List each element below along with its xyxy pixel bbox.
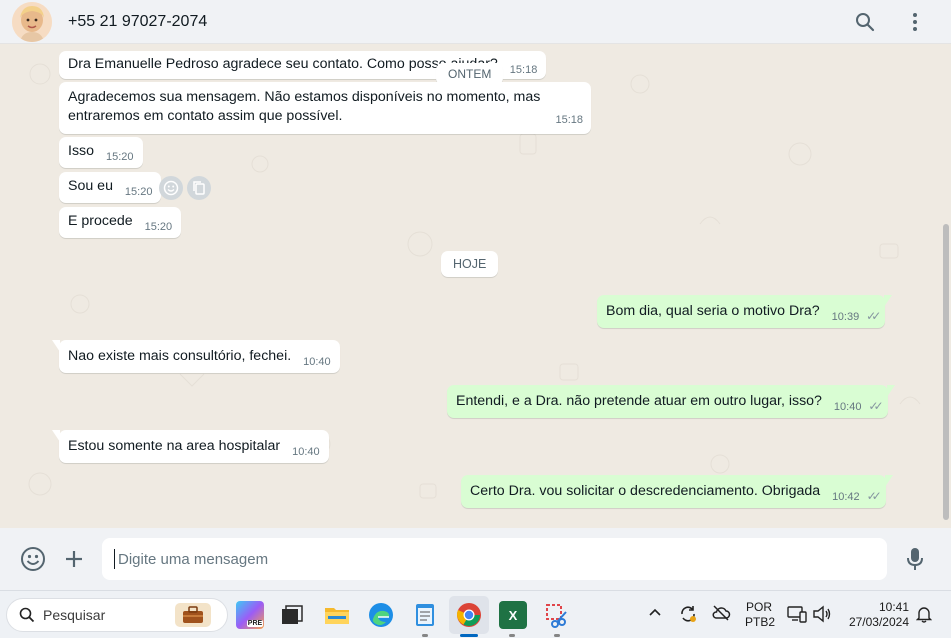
read-ticks-icon: ✓✓	[866, 489, 882, 503]
emoji-icon[interactable]	[19, 545, 47, 573]
excel-icon[interactable]: X	[499, 601, 527, 629]
snipping-running-indicator	[554, 634, 560, 637]
microphone-icon[interactable]	[901, 545, 929, 573]
message-text: Certo Dra. vou solicitar o descredenciam…	[470, 483, 821, 499]
chat-scrollbar[interactable]	[943, 224, 949, 520]
message-text: Agradecemos sua mensagem. Não estamos di…	[68, 89, 541, 124]
excel-running-indicator	[509, 634, 515, 637]
message-incoming[interactable]: Sou eu 15:20	[59, 172, 162, 203]
message-time: 15:18	[509, 64, 538, 76]
message-list[interactable]: Dra Emanuelle Pedroso agradece seu conta…	[0, 44, 951, 528]
message-time: 15:20	[124, 186, 153, 198]
date-chip-today: HOJE	[441, 251, 499, 277]
language-line1: POR	[745, 600, 772, 614]
taskview-icon[interactable]	[278, 601, 306, 629]
message-text: Nao existe mais consultório, fechei.	[68, 348, 292, 364]
contact-avatar[interactable]	[12, 1, 52, 42]
chevron-up-icon[interactable]	[648, 605, 662, 623]
text-caret	[114, 549, 115, 569]
sync-icon[interactable]	[678, 604, 698, 628]
message-time: 10:39	[831, 311, 860, 323]
read-ticks-icon: ✓✓	[866, 309, 881, 323]
message-time: 10:40	[292, 446, 320, 458]
message-incoming[interactable]: E procede 15:20	[59, 207, 182, 238]
search-icon[interactable]	[853, 10, 877, 34]
message-input[interactable]	[102, 538, 887, 580]
copilot-icon[interactable]: PRE	[236, 601, 264, 629]
message-time: 15:18	[555, 114, 583, 126]
taskbar-search-label: Pesquisar	[43, 607, 106, 623]
message-time: 10:42	[832, 491, 860, 503]
message-text: Bom dia, qual seria o motivo Dra?	[606, 303, 820, 319]
message-time: 10:40	[833, 401, 862, 413]
message-time: 10:40	[303, 356, 331, 368]
emoji-react-icon[interactable]	[159, 176, 183, 200]
message-text: Sou eu	[68, 178, 113, 194]
network-icon[interactable]	[787, 605, 807, 627]
clock[interactable]: 10:41 27/03/2024	[843, 600, 909, 630]
message-text: Estou somente na area hospitalar	[68, 438, 281, 454]
chrome-active-indicator	[460, 634, 478, 637]
contact-name[interactable]: +55 21 97027-2074	[68, 13, 207, 31]
edge-icon[interactable]	[367, 601, 395, 629]
message-incoming[interactable]: Estou somente na area hospitalar 10:40	[52, 430, 329, 463]
menu-icon[interactable]	[903, 10, 927, 34]
message-text: Entendi, e a Dra. não pretende atuar em …	[456, 393, 822, 409]
volume-icon[interactable]	[812, 605, 832, 627]
message-text: Isso	[68, 143, 95, 159]
read-ticks-icon: ✓✓	[868, 399, 883, 413]
cloud-offline-icon[interactable]	[711, 604, 731, 626]
message-text: E procede	[68, 213, 133, 229]
chat-header: +55 21 97027-2074	[0, 0, 951, 44]
message-time: 15:20	[144, 221, 173, 233]
notification-bell-icon[interactable]	[915, 605, 933, 627]
notepad-icon[interactable]	[411, 601, 439, 629]
message-outgoing[interactable]: Entendi, e a Dra. não pretende atuar em …	[447, 385, 894, 418]
message-outgoing[interactable]: Certo Dra. vou solicitar o descredenciam…	[461, 475, 893, 508]
attach-plus-icon[interactable]	[60, 545, 88, 573]
chrome-icon[interactable]	[455, 601, 483, 629]
message-time: 15:20	[105, 151, 134, 163]
message-outgoing[interactable]: Bom dia, qual seria o motivo Dra? 10:39 …	[597, 295, 893, 328]
windows-taskbar: Pesquisar PRE X POR PTB2 10:41 27/03/202…	[0, 590, 951, 638]
language-line2: PTB2	[745, 615, 776, 629]
message-composer	[0, 528, 951, 590]
snipping-tool-icon[interactable]	[543, 601, 571, 629]
clock-time: 10:41	[878, 600, 909, 614]
search-icon	[19, 607, 35, 623]
taskbar-search[interactable]: Pesquisar	[6, 598, 228, 632]
message-incoming[interactable]: Nao existe mais consultório, fechei. 10:…	[52, 340, 340, 373]
briefcase-icon	[175, 603, 211, 627]
clock-date: 27/03/2024	[848, 615, 909, 629]
message-text: Dra Emanuelle Pedroso agradece seu conta…	[68, 56, 498, 72]
language-indicator[interactable]: POR PTB2	[745, 600, 776, 630]
copy-icon[interactable]	[187, 176, 211, 200]
message-incoming[interactable]: Agradecemos sua mensagem. Não estamos di…	[59, 82, 591, 134]
notepad-running-indicator	[422, 634, 428, 637]
message-incoming[interactable]: Isso 15:20	[59, 137, 143, 168]
file-explorer-icon[interactable]	[323, 601, 351, 629]
